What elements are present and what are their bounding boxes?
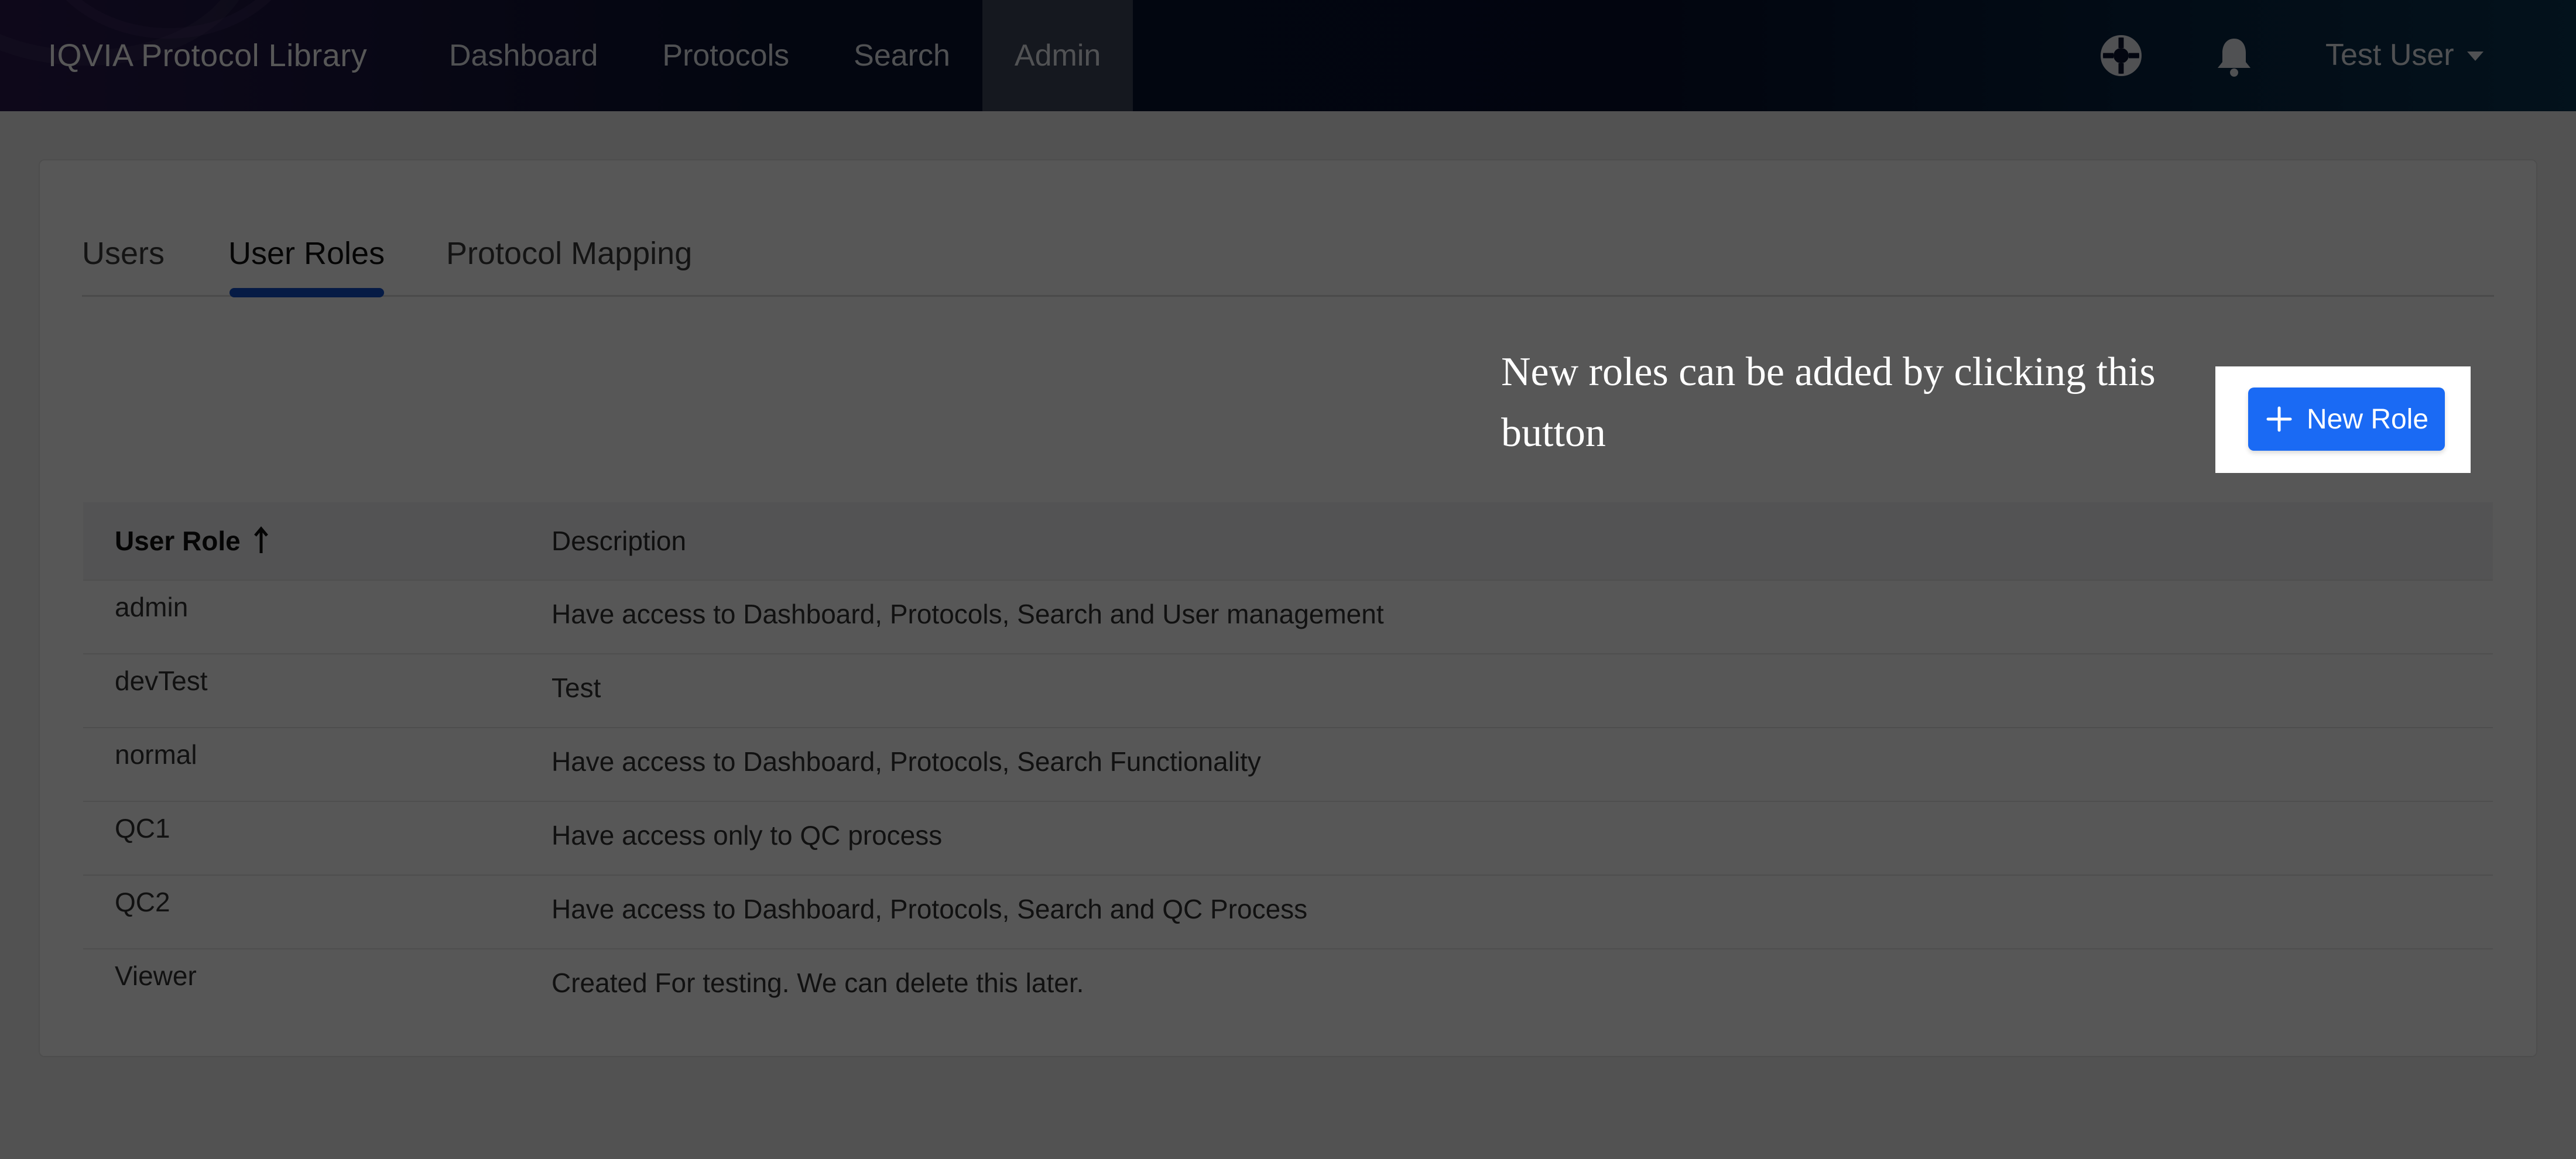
- cell-description: Created For testing. We can delete this …: [551, 968, 1084, 998]
- table-row[interactable]: devTest Test: [83, 654, 2493, 728]
- user-roles-table: User Role Description admin Have access …: [83, 502, 2493, 1022]
- plus-icon: [2266, 406, 2292, 432]
- caret-down-icon: [2467, 52, 2483, 61]
- cell-description: Test: [551, 673, 601, 703]
- new-role-button[interactable]: New Role: [2248, 388, 2445, 451]
- table-row[interactable]: QC2 Have access to Dashboard, Protocols,…: [83, 876, 2493, 949]
- cell-description: Have access to Dashboard, Protocols, Sea…: [551, 894, 1308, 924]
- table-row[interactable]: admin Have access to Dashboard, Protocol…: [83, 581, 2493, 654]
- admin-tabs: Users User Roles Protocol Mapping: [82, 222, 2494, 297]
- table-row[interactable]: normal Have access to Dashboard, Protoco…: [83, 728, 2493, 802]
- cell-description: Have access to Dashboard, Protocols, Sea…: [551, 599, 1384, 629]
- bell-icon[interactable]: [2214, 35, 2254, 77]
- table-row[interactable]: Viewer Created For testing. We can delet…: [83, 949, 2493, 1022]
- column-header-description[interactable]: Description: [551, 525, 686, 557]
- sort-arrow-up-icon: [254, 526, 268, 553]
- cell-role: normal: [115, 739, 197, 770]
- cell-description: Have access to Dashboard, Protocols, Sea…: [551, 746, 1261, 777]
- table-header: User Role Description: [83, 502, 2493, 581]
- cell-role: Viewer: [115, 961, 197, 991]
- top-navbar: IQVIA Protocol Library Dashboard Protoco…: [0, 0, 2576, 111]
- nav-item-search[interactable]: Search: [821, 0, 982, 111]
- app-title[interactable]: IQVIA Protocol Library: [48, 37, 367, 74]
- user-name: Test User: [2325, 38, 2454, 72]
- lifebuoy-icon[interactable]: [2099, 34, 2143, 77]
- tab-protocol-mapping[interactable]: Protocol Mapping: [446, 235, 692, 272]
- table-row[interactable]: QC1 Have access only to QC process: [83, 802, 2493, 876]
- nav-item-protocols[interactable]: Protocols: [630, 0, 821, 111]
- column-header-user-role[interactable]: User Role: [115, 525, 270, 557]
- tour-tooltip-text: New roles can be added by clicking this …: [1501, 349, 2156, 455]
- nav-item-dashboard[interactable]: Dashboard: [417, 0, 630, 111]
- cell-role: devTest: [115, 666, 208, 696]
- cell-role: QC2: [115, 887, 170, 917]
- cell-description: Have access only to QC process: [551, 820, 943, 851]
- nav-item-admin[interactable]: Admin: [982, 0, 1133, 111]
- tab-users[interactable]: Users: [82, 235, 165, 272]
- main-nav: Dashboard Protocols Search Admin: [417, 0, 1133, 111]
- cell-role: QC1: [115, 813, 170, 843]
- tab-user-roles[interactable]: User Roles: [228, 235, 385, 272]
- active-tab-indicator: [229, 288, 384, 297]
- user-menu[interactable]: Test User: [2325, 34, 2483, 76]
- new-role-label: New Role: [2306, 403, 2429, 435]
- cell-role: admin: [115, 592, 189, 622]
